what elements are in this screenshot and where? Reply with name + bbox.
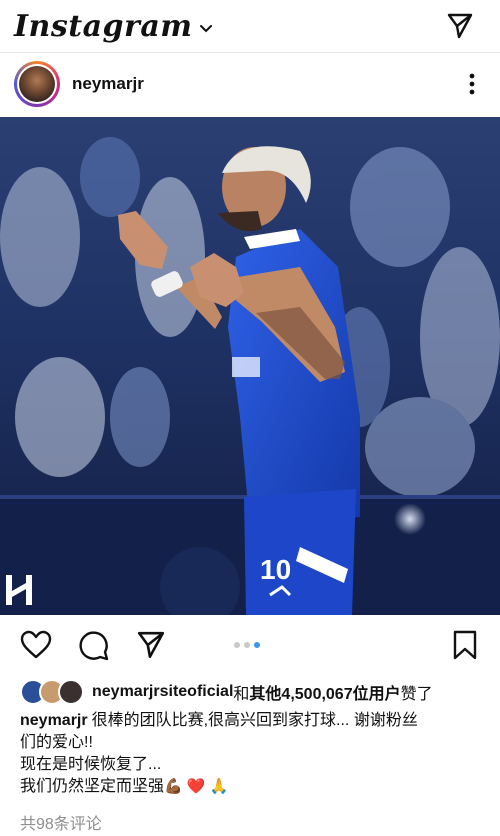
heart-icon[interactable] bbox=[20, 630, 52, 660]
post-header: neymarjr bbox=[0, 56, 500, 112]
caption-line: 现在是时候恢复了... bbox=[20, 756, 162, 773]
caption-author[interactable]: neymarjr bbox=[20, 712, 88, 729]
jersey-number: 10 bbox=[260, 554, 291, 585]
caption-line: 很棒的团队比赛,很高兴回到家打球... 谢谢粉丝 bbox=[91, 712, 418, 729]
photo-illustration: 10 bbox=[0, 117, 500, 615]
caption-emojis: 💪🏾 ❤️ 🙏 bbox=[164, 778, 229, 795]
post-caption: neymarjr 很棒的团队比赛,很高兴回到家打球... 谢谢粉丝 们的爱心!! … bbox=[20, 710, 486, 798]
comment-icon[interactable] bbox=[78, 630, 110, 662]
carousel-indicator bbox=[234, 642, 260, 648]
app-logo: Instagram bbox=[14, 8, 193, 44]
carousel-dot bbox=[244, 642, 250, 648]
caption-line: 我们仍然坚定而坚强 bbox=[20, 778, 165, 795]
likes-suffix: 赞了 bbox=[400, 686, 433, 703]
likes-others[interactable]: 其他4,500,067位用户 bbox=[249, 680, 400, 704]
action-bar bbox=[0, 620, 500, 670]
post-photo[interactable]: 10 bbox=[0, 117, 500, 615]
view-comments-link[interactable]: 共98条评论 bbox=[20, 810, 102, 834]
account-switcher[interactable]: Instagram bbox=[0, 9, 213, 44]
more-options-icon[interactable] bbox=[468, 72, 476, 96]
post-username[interactable]: neymarjr bbox=[72, 74, 144, 94]
caption-line: 们的爱心!! bbox=[20, 734, 93, 751]
chevron-down-icon bbox=[199, 25, 212, 33]
liker-avatar bbox=[58, 679, 84, 705]
liker-name[interactable]: neymarjrsiteoficial bbox=[92, 683, 233, 701]
likes-line[interactable]: neymarjrsiteoficial 和 其他4,500,067位用户 赞了 bbox=[20, 678, 490, 706]
avatar-image bbox=[19, 66, 55, 102]
header-divider bbox=[0, 52, 500, 53]
carousel-dot-active bbox=[254, 642, 260, 648]
top-bar: Instagram bbox=[0, 0, 500, 52]
direct-message-icon[interactable] bbox=[446, 12, 474, 40]
carousel-dot bbox=[234, 642, 240, 648]
bookmark-icon[interactable] bbox=[452, 630, 478, 660]
share-icon[interactable] bbox=[136, 630, 166, 660]
likes-joiner: 和 bbox=[233, 686, 250, 703]
avatar[interactable] bbox=[14, 61, 60, 107]
liker-avatars bbox=[20, 679, 84, 705]
